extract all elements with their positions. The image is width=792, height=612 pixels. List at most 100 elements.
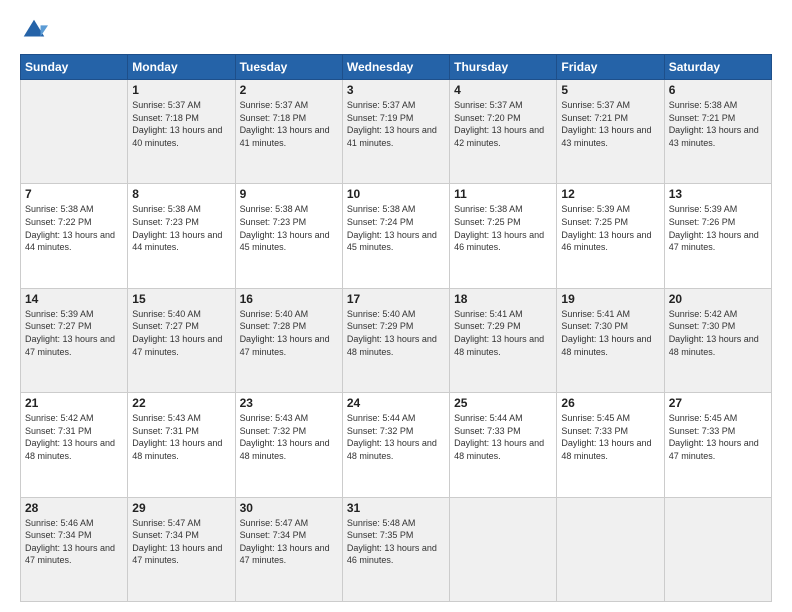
day-number: 11 bbox=[454, 187, 552, 201]
weekday-tuesday: Tuesday bbox=[235, 55, 342, 80]
day-number: 8 bbox=[132, 187, 230, 201]
day-number: 21 bbox=[25, 396, 123, 410]
calendar-row-4: 28 Sunrise: 5:46 AMSunset: 7:34 PMDayligh… bbox=[21, 497, 772, 601]
day-number: 9 bbox=[240, 187, 338, 201]
calendar-cell: 8 Sunrise: 5:38 AMSunset: 7:23 PMDaylight… bbox=[128, 184, 235, 288]
calendar-cell: 20 Sunrise: 5:42 AMSunset: 7:30 PMDayligh… bbox=[664, 288, 771, 392]
weekday-thursday: Thursday bbox=[450, 55, 557, 80]
day-number: 26 bbox=[561, 396, 659, 410]
calendar-cell: 24 Sunrise: 5:44 AMSunset: 7:32 PMDayligh… bbox=[342, 393, 449, 497]
calendar-cell: 17Sunrise: 5:40 AMSunset: 7:29 PMDayligh… bbox=[342, 288, 449, 392]
calendar-cell: 23 Sunrise: 5:43 AMSunset: 7:32 PMDayligh… bbox=[235, 393, 342, 497]
calendar-cell: 29 Sunrise: 5:47 AMSunset: 7:34 PMDayligh… bbox=[128, 497, 235, 601]
weekday-sunday: Sunday bbox=[21, 55, 128, 80]
calendar-cell bbox=[21, 80, 128, 184]
day-number: 28 bbox=[25, 501, 123, 515]
day-info: Sunrise: 5:38 AMSunset: 7:23 PMDaylight:… bbox=[132, 203, 230, 253]
day-number: 4 bbox=[454, 83, 552, 97]
logo bbox=[20, 16, 52, 44]
day-number: 29 bbox=[132, 501, 230, 515]
weekday-wednesday: Wednesday bbox=[342, 55, 449, 80]
calendar-cell: 16 Sunrise: 5:40 AMSunset: 7:28 PMDayligh… bbox=[235, 288, 342, 392]
day-info: Sunrise: 5:42 AMSunset: 7:30 PMDaylight:… bbox=[669, 308, 767, 358]
day-number: 19 bbox=[561, 292, 659, 306]
day-info: Sunrise: 5:48 AMSunset: 7:35 PMDaylight:… bbox=[347, 517, 445, 567]
day-info: Sunrise: 5:37 AMSunset: 7:19 PMDaylight:… bbox=[347, 99, 445, 149]
day-number: 6 bbox=[669, 83, 767, 97]
day-info: Sunrise: 5:47 AMSunset: 7:34 PMDaylight:… bbox=[240, 517, 338, 567]
day-info: Sunrise: 5:47 AMSunset: 7:34 PMDaylight:… bbox=[132, 517, 230, 567]
calendar-cell: 30 Sunrise: 5:47 AMSunset: 7:34 PMDayligh… bbox=[235, 497, 342, 601]
day-number: 5 bbox=[561, 83, 659, 97]
calendar-cell: 2 Sunrise: 5:37 AMSunset: 7:18 PMDaylight… bbox=[235, 80, 342, 184]
day-number: 16 bbox=[240, 292, 338, 306]
calendar-cell: 3 Sunrise: 5:37 AMSunset: 7:19 PMDaylight… bbox=[342, 80, 449, 184]
day-number: 10 bbox=[347, 187, 445, 201]
day-info: Sunrise: 5:41 AMSunset: 7:29 PMDaylight:… bbox=[454, 308, 552, 358]
day-number: 31 bbox=[347, 501, 445, 515]
calendar-cell: 15Sunrise: 5:40 AMSunset: 7:27 PMDayligh… bbox=[128, 288, 235, 392]
day-info: Sunrise: 5:44 AMSunset: 7:32 PMDaylight:… bbox=[347, 412, 445, 462]
day-info: Sunrise: 5:40 AMSunset: 7:29 PMDaylight:… bbox=[347, 308, 445, 358]
calendar-cell: 9 Sunrise: 5:38 AMSunset: 7:23 PMDaylight… bbox=[235, 184, 342, 288]
calendar-cell: 27Sunrise: 5:45 AMSunset: 7:33 PMDayligh… bbox=[664, 393, 771, 497]
day-number: 13 bbox=[669, 187, 767, 201]
day-number: 15 bbox=[132, 292, 230, 306]
weekday-friday: Friday bbox=[557, 55, 664, 80]
calendar-cell bbox=[450, 497, 557, 601]
calendar-cell: 13 Sunrise: 5:39 AMSunset: 7:26 PMDayligh… bbox=[664, 184, 771, 288]
day-info: Sunrise: 5:38 AMSunset: 7:22 PMDaylight:… bbox=[25, 203, 123, 253]
calendar-cell: 22 Sunrise: 5:43 AMSunset: 7:31 PMDayligh… bbox=[128, 393, 235, 497]
day-info: Sunrise: 5:37 AMSunset: 7:18 PMDaylight:… bbox=[240, 99, 338, 149]
calendar-cell: 6 Sunrise: 5:38 AMSunset: 7:21 PMDaylight… bbox=[664, 80, 771, 184]
day-info: Sunrise: 5:38 AMSunset: 7:25 PMDaylight:… bbox=[454, 203, 552, 253]
calendar-cell: 12 Sunrise: 5:39 AMSunset: 7:25 PMDayligh… bbox=[557, 184, 664, 288]
calendar-row-2: 14Sunrise: 5:39 AMSunset: 7:27 PMDayligh… bbox=[21, 288, 772, 392]
day-number: 14 bbox=[25, 292, 123, 306]
calendar-cell: 14Sunrise: 5:39 AMSunset: 7:27 PMDayligh… bbox=[21, 288, 128, 392]
calendar-cell: 7Sunrise: 5:38 AMSunset: 7:22 PMDaylight… bbox=[21, 184, 128, 288]
day-number: 23 bbox=[240, 396, 338, 410]
day-number: 20 bbox=[669, 292, 767, 306]
weekday-saturday: Saturday bbox=[664, 55, 771, 80]
day-info: Sunrise: 5:43 AMSunset: 7:31 PMDaylight:… bbox=[132, 412, 230, 462]
day-info: Sunrise: 5:41 AMSunset: 7:30 PMDaylight:… bbox=[561, 308, 659, 358]
day-number: 30 bbox=[240, 501, 338, 515]
calendar-cell bbox=[664, 497, 771, 601]
day-info: Sunrise: 5:46 AMSunset: 7:34 PMDaylight:… bbox=[25, 517, 123, 567]
day-number: 24 bbox=[347, 396, 445, 410]
day-number: 2 bbox=[240, 83, 338, 97]
day-info: Sunrise: 5:42 AMSunset: 7:31 PMDaylight:… bbox=[25, 412, 123, 462]
day-info: Sunrise: 5:37 AMSunset: 7:21 PMDaylight:… bbox=[561, 99, 659, 149]
header bbox=[20, 16, 772, 44]
calendar-cell bbox=[557, 497, 664, 601]
day-info: Sunrise: 5:45 AMSunset: 7:33 PMDaylight:… bbox=[561, 412, 659, 462]
calendar-cell: 31 Sunrise: 5:48 AMSunset: 7:35 PMDayligh… bbox=[342, 497, 449, 601]
day-info: Sunrise: 5:38 AMSunset: 7:23 PMDaylight:… bbox=[240, 203, 338, 253]
page: SundayMondayTuesdayWednesdayThursdayFrid… bbox=[0, 0, 792, 612]
calendar-cell: 26 Sunrise: 5:45 AMSunset: 7:33 PMDayligh… bbox=[557, 393, 664, 497]
day-info: Sunrise: 5:43 AMSunset: 7:32 PMDaylight:… bbox=[240, 412, 338, 462]
day-info: Sunrise: 5:40 AMSunset: 7:28 PMDaylight:… bbox=[240, 308, 338, 358]
day-number: 3 bbox=[347, 83, 445, 97]
day-info: Sunrise: 5:38 AMSunset: 7:21 PMDaylight:… bbox=[669, 99, 767, 149]
calendar-cell: 19 Sunrise: 5:41 AMSunset: 7:30 PMDayligh… bbox=[557, 288, 664, 392]
calendar-cell: 28 Sunrise: 5:46 AMSunset: 7:34 PMDayligh… bbox=[21, 497, 128, 601]
day-number: 1 bbox=[132, 83, 230, 97]
day-info: Sunrise: 5:44 AMSunset: 7:33 PMDaylight:… bbox=[454, 412, 552, 462]
day-number: 25 bbox=[454, 396, 552, 410]
day-info: Sunrise: 5:37 AMSunset: 7:20 PMDaylight:… bbox=[454, 99, 552, 149]
calendar-cell: 10 Sunrise: 5:38 AMSunset: 7:24 PMDayligh… bbox=[342, 184, 449, 288]
weekday-header-row: SundayMondayTuesdayWednesdayThursdayFrid… bbox=[21, 55, 772, 80]
day-number: 27 bbox=[669, 396, 767, 410]
calendar-cell: 11 Sunrise: 5:38 AMSunset: 7:25 PMDayligh… bbox=[450, 184, 557, 288]
day-number: 22 bbox=[132, 396, 230, 410]
day-info: Sunrise: 5:38 AMSunset: 7:24 PMDaylight:… bbox=[347, 203, 445, 253]
day-info: Sunrise: 5:39 AMSunset: 7:26 PMDaylight:… bbox=[669, 203, 767, 253]
day-number: 18 bbox=[454, 292, 552, 306]
calendar-cell: 25 Sunrise: 5:44 AMSunset: 7:33 PMDayligh… bbox=[450, 393, 557, 497]
day-info: Sunrise: 5:39 AMSunset: 7:25 PMDaylight:… bbox=[561, 203, 659, 253]
calendar-cell: 5 Sunrise: 5:37 AMSunset: 7:21 PMDaylight… bbox=[557, 80, 664, 184]
day-number: 12 bbox=[561, 187, 659, 201]
calendar-cell: 1Sunrise: 5:37 AMSunset: 7:18 PMDaylight… bbox=[128, 80, 235, 184]
